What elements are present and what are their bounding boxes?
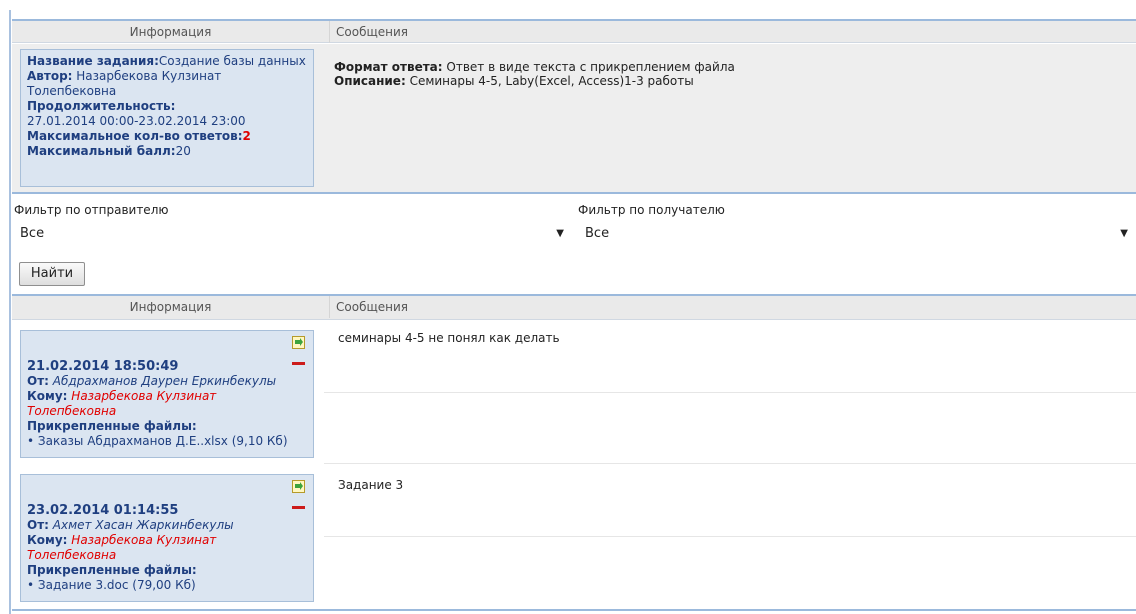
header-messages-label: Сообщения xyxy=(329,21,408,43)
from-label: От: xyxy=(27,518,49,532)
attached-file-link[interactable]: • Заказы Абдрахманов Д.Е..xlsx (9,10 Кб) xyxy=(27,434,307,449)
sender-filter-label: Фильтр по отправителю xyxy=(14,203,169,217)
attached-file-name: Задание 3.doc (79,00 Кб) xyxy=(37,578,196,592)
attached-files-label: Прикрепленные файлы: xyxy=(27,419,197,433)
delete-icon[interactable] xyxy=(292,506,305,509)
recipient-filter-label: Фильтр по получателю xyxy=(578,203,725,217)
description-label: Описание: xyxy=(334,74,406,88)
message-line xyxy=(324,392,1136,393)
task-max-answers-label: Максимальное кол-во ответов: xyxy=(27,129,243,143)
message-line xyxy=(324,536,1136,537)
message-info-box: 23.02.2014 01:14:55 От: Ахмет Хасан Жарк… xyxy=(20,474,314,602)
message-datetime: 21.02.2014 18:50:49 xyxy=(27,359,179,374)
messages-header-row: Информация Сообщения xyxy=(12,296,1136,320)
message-text: семинары 4-5 не понял как делать xyxy=(338,331,560,345)
from-label: От: xyxy=(27,374,49,388)
top-strip xyxy=(0,0,1136,10)
message-text: Задание 3 xyxy=(338,478,404,492)
message-datetime: 23.02.2014 01:14:55 xyxy=(27,503,179,518)
dropdown-arrow-icon: ▼ xyxy=(1120,228,1128,239)
answer-format-label: Формат ответа: xyxy=(334,60,443,74)
delete-icon[interactable] xyxy=(292,362,305,365)
recipient-filter-value: Все xyxy=(585,226,610,241)
reply-icon[interactable] xyxy=(292,480,305,493)
task-duration-label: Продолжительность: xyxy=(27,99,176,113)
task-info-box: Название задания:Создание базы данных Ав… xyxy=(20,49,314,187)
task-max-score-value: 20 xyxy=(175,144,191,158)
from-name: Ахмет Хасан Жаркинбекулы xyxy=(48,518,234,532)
reply-icon[interactable] xyxy=(292,336,305,349)
task-duration-value: 27.01.2014 00:00-23.02.2014 23:00 xyxy=(27,114,246,128)
to-label: Кому: xyxy=(27,533,68,547)
attached-files-label: Прикрепленные файлы: xyxy=(27,563,197,577)
divider xyxy=(12,192,1136,194)
sender-filter-select[interactable]: Все ▼ xyxy=(14,223,570,245)
task-name-label: Название задания: xyxy=(27,54,159,68)
task-max-score-label: Максимальный балл: xyxy=(27,144,176,158)
dropdown-arrow-icon: ▼ xyxy=(556,228,564,239)
task-description: Формат ответа: Ответ в виде текста с при… xyxy=(334,60,735,88)
task-info-row: Название задания:Создание базы данных Ав… xyxy=(12,44,1136,192)
task-header-row: Информация Сообщения xyxy=(12,19,1136,43)
message-row: 23.02.2014 01:14:55 От: Ахмет Хасан Жарк… xyxy=(12,464,1136,611)
task-max-answers-value: 2 xyxy=(242,129,251,143)
answer-format-value: Ответ в виде текста с прикреплением файл… xyxy=(442,60,735,74)
attached-file-link[interactable]: • Задание 3.doc (79,00 Кб) xyxy=(27,578,307,593)
message-line xyxy=(12,609,1136,611)
find-button[interactable]: Найти xyxy=(19,262,85,286)
from-name: Абдрахманов Даурен Еркинбекулы xyxy=(48,374,277,388)
left-border xyxy=(9,10,11,614)
header-info-label: Информация xyxy=(129,300,212,314)
sender-filter-value: Все xyxy=(20,226,45,241)
header-info-label: Информация xyxy=(129,25,212,39)
message-info-box: 21.02.2014 18:50:49 От: Абдрахманов Даур… xyxy=(20,330,314,458)
header-messages-label: Сообщения xyxy=(329,296,408,318)
task-name-value: Создание базы данных xyxy=(158,54,306,68)
recipient-filter-select[interactable]: Все ▼ xyxy=(579,223,1134,245)
message-row: 21.02.2014 18:50:49 От: Абдрахманов Даур… xyxy=(12,320,1136,464)
task-author-label: Автор: xyxy=(27,69,73,83)
to-label: Кому: xyxy=(27,389,68,403)
attached-file-name: Заказы Абдрахманов Д.Е..xlsx (9,10 Кб) xyxy=(37,434,288,448)
description-value: Семинары 4-5, Laby(Excel, Access)1-3 раб… xyxy=(405,74,694,88)
